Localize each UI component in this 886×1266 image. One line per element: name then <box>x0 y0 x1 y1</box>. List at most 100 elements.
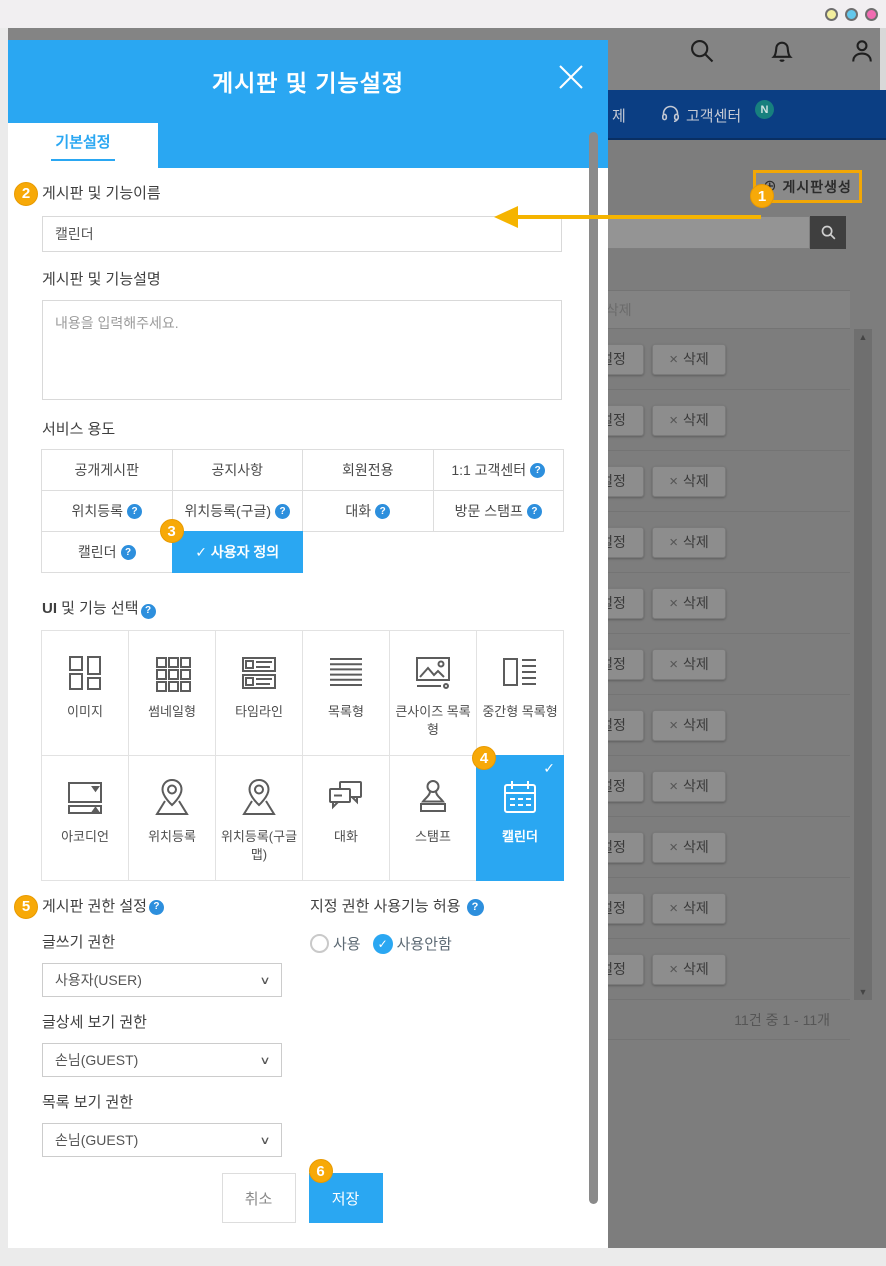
service-purpose-label: 서비스 용도 <box>42 420 562 440</box>
row-delete-button[interactable]: ×삭제 <box>652 771 726 802</box>
row-delete-button[interactable]: ×삭제 <box>652 893 726 924</box>
table-row: 설정×삭제 <box>577 329 850 390</box>
permission-select-2[interactable]: 손님(GUEST)∨ <box>42 1043 282 1077</box>
modal-body: 2 게시판 및 기능이름 캘린더 게시판 및 기능설명 내용을 입력해주세요. … <box>8 168 608 1223</box>
delete-label: 삭제 <box>683 654 709 674</box>
ui-option-1[interactable]: 이미지 <box>41 630 129 756</box>
service-option-4[interactable]: 1:1 고객센터? <box>433 449 565 491</box>
radio-selected-icon[interactable]: ✓ <box>373 934 393 954</box>
permissions-section: 5 게시판 권한 설정? 지정 권한 사용기능 허용? 사용✓사용안함 글쓰기 … <box>42 897 562 1157</box>
ui-option-label: 대화 <box>331 828 361 846</box>
ui-option-2[interactable]: 썸네일형 <box>128 630 216 756</box>
map-pin-icon <box>150 776 194 820</box>
window-dot-blue-icon[interactable] <box>845 8 858 21</box>
service-option-7[interactable]: 대화? <box>302 490 434 532</box>
help-icon[interactable]: ? <box>527 504 542 519</box>
board-search-button[interactable] <box>810 216 846 249</box>
help-icon[interactable]: ? <box>530 463 545 478</box>
service-grid-empty-cell <box>433 531 565 573</box>
help-icon[interactable]: ? <box>127 504 142 519</box>
nav-item-customer-center[interactable]: 고객센터 <box>686 105 741 126</box>
board-search-input[interactable] <box>577 216 810 249</box>
permission-select-1[interactable]: 사용자(USER)∨ <box>42 963 282 997</box>
row-delete-button[interactable]: ×삭제 <box>652 527 726 558</box>
window-dot-yellow-icon[interactable] <box>825 8 838 21</box>
table-row: 설정×삭제 <box>577 634 850 695</box>
row-delete-button[interactable]: ×삭제 <box>652 344 726 375</box>
radio-label: 사용안함 <box>397 933 452 954</box>
board-table-rows: 설정×삭제설정×삭제설정×삭제설정×삭제설정×삭제설정×삭제설정×삭제설정×삭제… <box>577 329 850 1000</box>
bell-icon[interactable] <box>768 37 796 65</box>
row-delete-button[interactable]: ×삭제 <box>652 954 726 985</box>
screen: 제 고객센터 N ⊕ 게시판생성 1 /삭제 설정×삭제설정×삭제설정×삭제설정… <box>0 0 886 1266</box>
x-icon: × <box>669 839 678 856</box>
row-delete-button[interactable]: × 삭제 <box>652 832 726 863</box>
ui-option-8[interactable]: 위치등록 <box>128 755 216 881</box>
save-button[interactable]: 저장 6 <box>309 1173 383 1223</box>
help-icon[interactable]: ? <box>121 545 136 560</box>
row-delete-button[interactable]: ×삭제 <box>652 710 726 741</box>
stamp-icon <box>411 776 455 820</box>
search-icon <box>820 224 837 241</box>
x-icon: × <box>669 412 678 429</box>
ui-option-10[interactable]: 대화 <box>302 755 390 881</box>
service-option-5[interactable]: 위치등록? <box>41 490 173 532</box>
service-option-8[interactable]: 방문 스탬프? <box>433 490 565 532</box>
row-delete-button[interactable]: ×삭제 <box>652 588 726 619</box>
help-icon[interactable]: ? <box>149 900 164 915</box>
service-option-6[interactable]: 위치등록(구글)? <box>172 490 304 532</box>
service-option-3[interactable]: 회원전용 <box>302 449 434 491</box>
user-icon[interactable] <box>848 37 876 65</box>
row-delete-button[interactable]: ×삭제 <box>652 649 726 680</box>
scroll-up-icon[interactable]: ▲ <box>854 332 872 342</box>
row-delete-button[interactable]: ×삭제 <box>652 405 726 436</box>
help-icon[interactable]: ? <box>141 604 156 619</box>
tab-basic-settings[interactable]: 기본설정 <box>8 123 158 168</box>
help-icon[interactable]: ? <box>375 504 390 519</box>
cancel-button[interactable]: 취소 <box>222 1173 296 1223</box>
x-icon: × <box>669 473 678 490</box>
service-grid-empty-cell <box>302 531 434 573</box>
nav-item-partial[interactable]: 제 <box>612 105 626 126</box>
ui-option-12[interactable]: 캘린더✓4 <box>476 755 564 881</box>
ui-option-7[interactable]: 아코디언 <box>41 755 129 881</box>
board-desc-placeholder: 내용을 입력해주세요. <box>55 315 179 331</box>
service-option-label: 공개게시판 <box>75 460 139 480</box>
ui-option-label: 큰사이즈 목록형 <box>390 703 476 738</box>
thumbnail-grid-icon <box>150 651 194 695</box>
modal-scrollbar-thumb[interactable] <box>589 132 598 1204</box>
ui-option-label: 중간형 목록형 <box>479 703 560 721</box>
ui-option-5[interactable]: 큰사이즈 목록형 <box>389 630 477 756</box>
service-option-2[interactable]: 공지사항 <box>172 449 304 491</box>
window-dot-pink-icon[interactable] <box>865 8 878 21</box>
service-option-10[interactable]: ✓ 사용자 정의3 <box>172 531 304 573</box>
delete-label: 삭제 <box>683 837 709 857</box>
board-name-input[interactable]: 캘린더 <box>42 216 562 252</box>
table-scrollbar[interactable]: ▲ ▼ <box>854 329 872 1000</box>
ui-grid: 이미지썸네일형타임라인목록형큰사이즈 목록형중간형 목록형아코디언위치등록위치등… <box>42 631 564 881</box>
service-option-9[interactable]: 캘린더? <box>41 531 173 573</box>
ui-option-6[interactable]: 중간형 목록형 <box>476 630 564 756</box>
search-icon[interactable] <box>688 37 716 65</box>
close-icon[interactable] <box>556 62 586 92</box>
permission-select-label-3: 목록 보기 권한 <box>42 1093 562 1113</box>
ui-option-9[interactable]: 위치등록(구글맵) <box>215 755 303 881</box>
service-option-1[interactable]: 공개게시판 <box>41 449 173 491</box>
ui-option-3[interactable]: 타임라인 <box>215 630 303 756</box>
ui-option-4[interactable]: 목록형 <box>302 630 390 756</box>
board-name-value: 캘린더 <box>55 224 94 244</box>
row-delete-button[interactable]: × 삭제 <box>652 466 726 497</box>
service-option-label: 위치등록(구글) <box>184 501 271 521</box>
help-icon[interactable]: ? <box>275 504 290 519</box>
accordion-icon <box>63 776 107 820</box>
scroll-down-icon[interactable]: ▼ <box>854 987 872 997</box>
delete-label: 삭제 <box>683 471 709 491</box>
radio-unselected-icon[interactable] <box>310 934 329 953</box>
board-desc-textarea[interactable]: 내용을 입력해주세요. <box>42 300 562 400</box>
timeline-icon <box>237 651 281 695</box>
browser-bottom-edge <box>0 1248 886 1266</box>
permission-select-3[interactable]: 손님(GUEST)∨ <box>42 1123 282 1157</box>
annotation-badge-3: 3 <box>160 519 184 543</box>
help-icon[interactable]: ? <box>467 899 484 916</box>
ui-option-11[interactable]: 스탬프 <box>389 755 477 881</box>
